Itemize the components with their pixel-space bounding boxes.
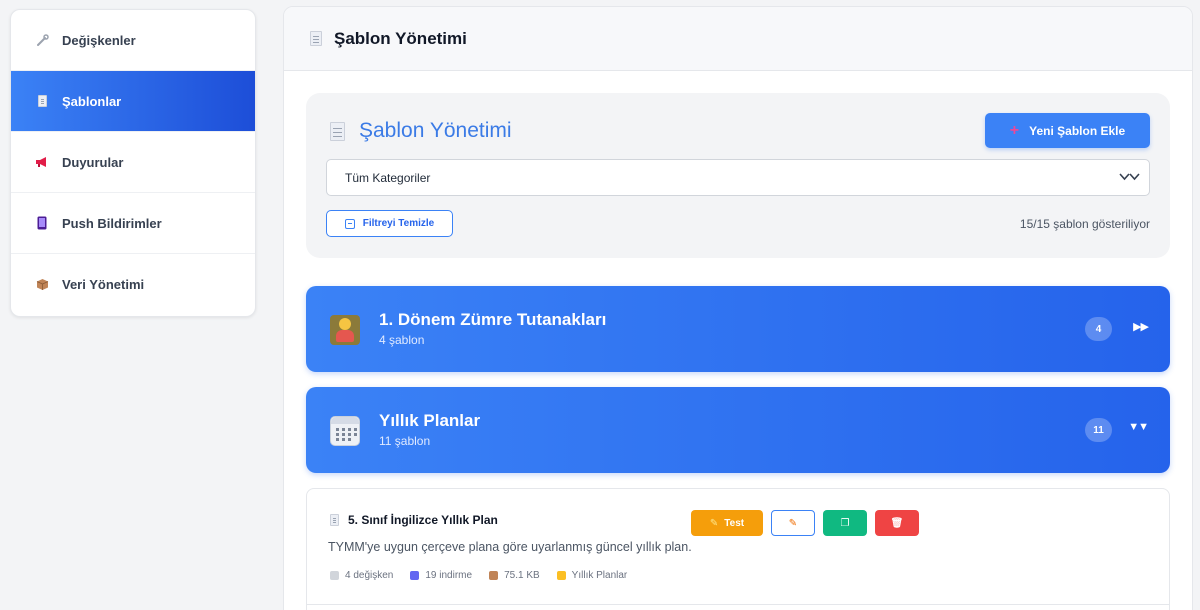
clear-filter-label: Filtreyi Temizle — [362, 218, 435, 229]
template-count: 15/15 şablon gösteriliyor — [1019, 217, 1150, 231]
template-item: 5. Sınıf İngilizce Yıllık Plan ✎ Test ✎ … — [306, 488, 1170, 610]
sidebar-item-variables[interactable]: Değişkenler — [11, 10, 255, 71]
test-label: Test — [724, 517, 745, 529]
wrench-icon — [330, 571, 339, 580]
template-management-card: Şablon Yönetimi + Yeni Şablon Ekle Tüm K… — [306, 93, 1170, 258]
category-select-value: Tüm Kategoriler — [345, 170, 431, 185]
category-subtitle: 4 şablon — [379, 333, 425, 347]
category-subtitle: 11 şablon — [379, 434, 431, 448]
download-icon — [410, 571, 420, 580]
category-name: Yıllık Planlar — [379, 411, 481, 430]
sidebar-item-label: Veri Yönetimi — [62, 277, 145, 292]
sidebar-item-announcements[interactable]: Duyurular — [11, 132, 255, 193]
meta-downloads-text: 19 indirme — [425, 570, 473, 581]
category-count-badge: 11 — [1085, 418, 1112, 442]
wrench-icon — [35, 33, 49, 47]
trash-icon: 🗑 — [890, 517, 904, 529]
meta-size-text: 75.1 KB — [504, 570, 540, 581]
template-actions: ✎ Test ✎ ❐ 🗑 — [691, 510, 927, 536]
category-select[interactable]: Tüm Kategoriler — [326, 159, 1150, 196]
pencil-icon: ✎ — [788, 517, 798, 529]
meta-size: 75.1 KB — [489, 570, 540, 581]
plus-icon: + — [1009, 121, 1020, 139]
package-icon — [35, 278, 49, 292]
section-title-text: Şablon Yönetimi — [359, 119, 512, 142]
main-panel: Şablon Yönetimi Şablon Yönetimi + Yeni Ş… — [283, 6, 1193, 610]
sidebar-item-label: Duyurular — [62, 154, 124, 170]
section-title: Şablon Yönetimi — [330, 119, 512, 143]
category-card-term-minutes[interactable]: 1. Dönem Zümre Tutanakları 4 şablon 4 ▶▶ — [306, 286, 1170, 372]
template-title: 5. Sınıf İngilizce Yıllık Plan — [330, 513, 498, 527]
template-description: TYMM'ye uygun çerçeve plana göre uyarlan… — [328, 540, 692, 554]
filter-icon — [344, 218, 355, 229]
add-template-button[interactable]: + Yeni Şablon Ekle — [985, 113, 1150, 148]
sidebar-item-label: Değişkenler — [62, 32, 136, 48]
phone-icon — [35, 216, 49, 230]
meta-category-text: Yıllık Planlar — [571, 570, 628, 581]
page-header: Şablon Yönetimi — [284, 7, 1192, 71]
sidebar-item-label: Şablonlar — [62, 93, 122, 109]
clear-filter-button[interactable]: Filtreyi Temizle — [326, 210, 453, 237]
meta-variables: 4 değişken — [330, 570, 393, 581]
sidebar-item-data[interactable]: Veri Yönetimi — [11, 254, 255, 315]
sidebar-item-label: Push Bildirimler — [62, 215, 162, 231]
expand-arrow-icon[interactable]: ▶▶ — [1133, 320, 1149, 333]
divider — [307, 604, 1169, 605]
person-icon — [330, 315, 360, 345]
collapse-arrow-icon[interactable]: ▼▼ — [1128, 421, 1149, 433]
template-title-text: 5. Sınıf İngilizce Yıllık Plan — [348, 513, 498, 527]
folder-icon — [556, 571, 566, 580]
edit-button[interactable]: ✎ — [771, 510, 815, 536]
category-card-yearly-plans[interactable]: Yıllık Planlar 11 şablon 11 ▼▼ — [306, 387, 1170, 473]
template-meta: 4 değişken 19 indirme 75.1 KB Yıllık Pla… — [330, 570, 644, 581]
test-button[interactable]: ✎ Test — [691, 510, 763, 536]
category-name: 1. Dönem Zümre Tutanakları — [379, 310, 607, 329]
delete-button[interactable]: 🗑 — [875, 510, 919, 536]
clipboard-icon: ❐ — [840, 517, 850, 529]
category-count-badge: 4 — [1085, 317, 1112, 341]
package-icon — [489, 571, 499, 580]
meta-category: Yıllık Planlar — [556, 570, 628, 581]
document-icon — [330, 121, 345, 141]
add-template-label: Yeni Şablon Ekle — [1029, 123, 1126, 138]
meta-downloads: 19 indirme — [410, 570, 472, 581]
sidebar: Değişkenler Şablonlar Duyurular Push Bil… — [10, 9, 256, 317]
meta-variables-text: 4 değişken — [345, 570, 394, 581]
document-icon — [35, 94, 49, 108]
megaphone-icon — [35, 155, 49, 169]
chevron-down-icon — [1119, 170, 1141, 187]
sidebar-item-templates[interactable]: Şablonlar — [11, 71, 255, 132]
document-icon — [310, 31, 322, 46]
document-icon — [330, 514, 339, 526]
calendar-icon — [330, 416, 360, 446]
wand-icon: ✎ — [709, 517, 719, 529]
sidebar-item-push[interactable]: Push Bildirimler — [11, 193, 255, 254]
copy-button[interactable]: ❐ — [823, 510, 867, 536]
page-title: Şablon Yönetimi — [334, 28, 467, 48]
